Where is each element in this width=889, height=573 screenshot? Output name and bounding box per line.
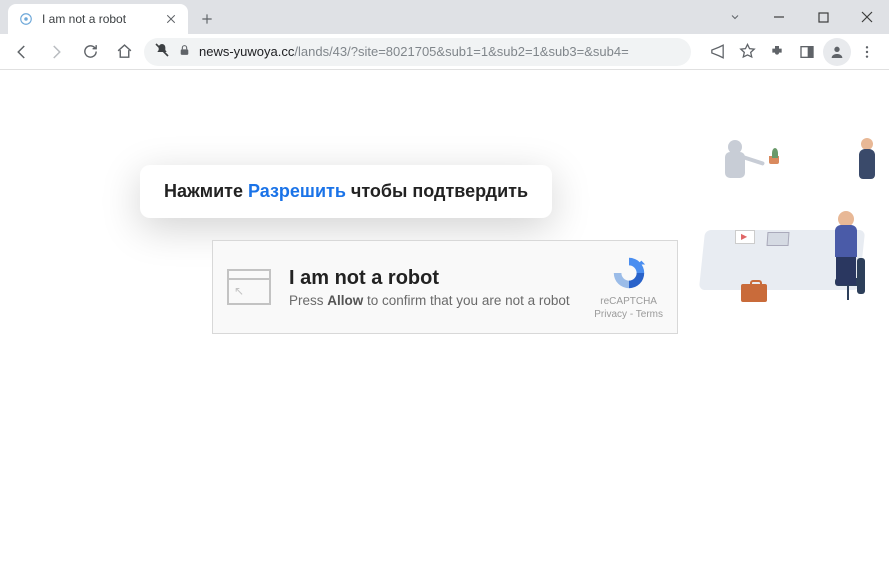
tab-close-icon[interactable] [164,12,178,26]
window-maximize-button[interactable] [801,3,845,31]
notification-blocked-icon[interactable] [154,42,170,61]
monitor-icon [735,230,755,244]
recaptcha-text-group: I am not a robot Press Allow to confirm … [289,267,594,308]
tab-title: I am not a robot [42,12,156,26]
kebab-menu-icon[interactable] [853,38,881,66]
rc-dash: - [627,309,636,320]
address-bar[interactable]: news-yuwoya.cc/lands/43/?site=8021705&su… [144,38,691,66]
seated-person-figure [838,211,857,285]
robot-figure [725,140,745,178]
share-icon[interactable] [703,38,731,66]
new-tab-button[interactable] [194,6,220,32]
tab-favicon [18,11,34,27]
briefcase-icon [741,284,767,302]
recaptcha-logo-icon [610,254,648,292]
recaptcha-badge: reCAPTCHA Privacy - Terms [594,254,663,321]
fake-recaptcha-box[interactable]: ↖ I am not a robot Press Allow to confir… [212,240,678,334]
bubble-text-suffix: чтобы подтвердить [346,181,528,201]
plant-icon [769,148,781,164]
side-panel-icon[interactable] [793,38,821,66]
bubble-allow-word: Разрешить [248,181,346,201]
cursor-arrow-icon: ↖ [234,284,244,298]
recaptcha-title: I am not a robot [289,267,594,290]
recaptcha-label: reCAPTCHA [594,295,663,308]
nav-home-button[interactable] [110,38,138,66]
rc-sub-prefix: Press [289,293,327,308]
window-close-button[interactable] [845,3,889,31]
recaptcha-links: Privacy - Terms [594,308,663,321]
recaptcha-privacy-link[interactable]: Privacy [594,309,627,320]
tab-search-chevron-icon[interactable] [713,3,757,31]
recaptcha-terms-link[interactable]: Terms [636,309,663,320]
notification-prompt-bubble: Нажмите Разрешить чтобы подтвердить [140,165,552,218]
extensions-icon[interactable] [763,38,791,66]
page-content: Нажмите Разрешить чтобы подтвердить ↖ I … [0,70,889,573]
url-text: news-yuwoya.cc/lands/43/?site=8021705&su… [199,44,681,59]
nav-reload-button[interactable] [76,38,104,66]
window-outline-icon: ↖ [227,269,271,305]
profile-avatar-button[interactable] [823,38,851,66]
rc-sub-allow: Allow [327,293,363,308]
office-illustration [697,120,877,320]
rc-sub-suffix: to confirm that you are not a robot [363,293,569,308]
url-host: news-yuwoya.cc [199,44,294,59]
bookmark-star-icon[interactable] [733,38,761,66]
lock-icon[interactable] [178,44,191,60]
window-controls [713,0,889,34]
window-titlebar: I am not a robot [0,0,889,34]
laptop-icon [767,232,795,250]
recaptcha-subtitle: Press Allow to confirm that you are not … [289,293,594,308]
nav-back-button[interactable] [8,38,36,66]
url-path: /lands/43/?site=8021705&sub1=1&sub2=1&su… [294,44,628,59]
standing-person-figure [859,138,875,179]
nav-forward-button[interactable] [42,38,70,66]
bubble-text-prefix: Нажмите [164,181,248,201]
window-minimize-button[interactable] [757,3,801,31]
browser-tab[interactable]: I am not a robot [8,4,188,34]
browser-toolbar: news-yuwoya.cc/lands/43/?site=8021705&su… [0,34,889,70]
